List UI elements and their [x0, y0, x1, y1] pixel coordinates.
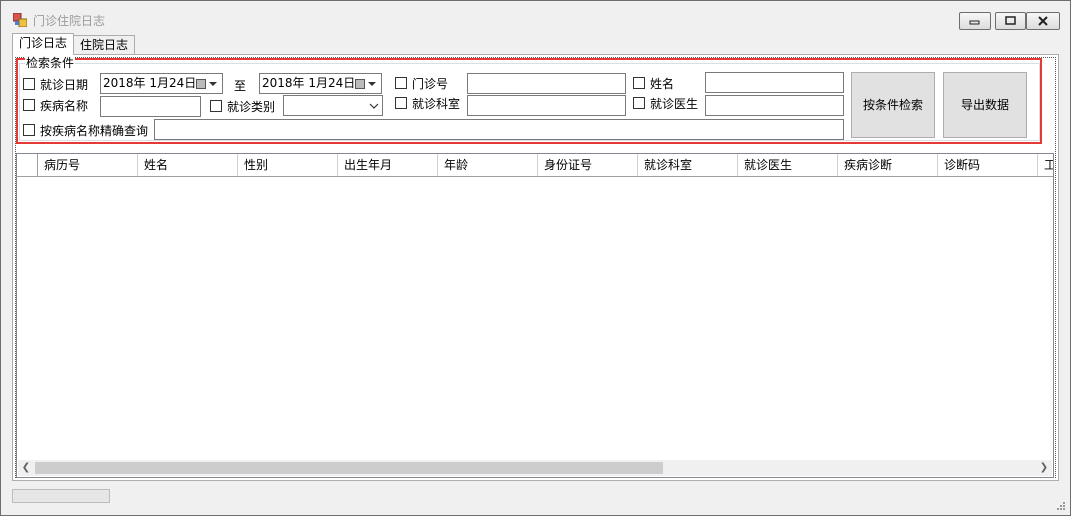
- column-header[interactable]: 工: [1038, 154, 1053, 176]
- minimize-icon: [969, 20, 980, 25]
- calendar-icon: [196, 79, 206, 89]
- exact-disease-input[interactable]: [154, 119, 844, 140]
- department-checkbox[interactable]: [395, 97, 407, 109]
- results-grid[interactable]: 病历号 姓名 性别 出生年月 年龄 身份证号 就诊科室 就诊医生 疾病诊断 诊断…: [16, 153, 1054, 478]
- tab-outpatient-log[interactable]: 门诊日志: [12, 33, 75, 55]
- horizontal-scrollbar[interactable]: ❮ ❯: [18, 460, 1052, 476]
- visit-date-checkbox[interactable]: [23, 78, 35, 90]
- doctor-label: 就诊医生: [650, 97, 699, 111]
- scroll-left-icon[interactable]: ❮: [18, 460, 34, 476]
- row-header-corner: [17, 154, 38, 176]
- title-bar: 门诊住院日志: [1, 1, 1070, 35]
- column-header[interactable]: 年龄: [438, 154, 538, 176]
- column-header[interactable]: 身份证号: [538, 154, 638, 176]
- department-input[interactable]: [467, 95, 626, 116]
- progress-bar: [12, 489, 110, 503]
- date-from-value: 2018年 1月24日: [103, 76, 197, 90]
- main-window: 门诊住院日志 门诊日志 住院日志 检索条件 就诊日期 2018年 1月24日 至…: [0, 0, 1071, 516]
- date-range-separator: 至: [234, 79, 247, 93]
- resize-grip-icon[interactable]: [1056, 501, 1066, 511]
- visit-type-label: 就诊类别: [227, 100, 276, 114]
- column-header[interactable]: 姓名: [138, 154, 238, 176]
- chevron-down-icon: [368, 82, 376, 86]
- column-header[interactable]: 诊断码: [938, 154, 1038, 176]
- name-label: 姓名: [650, 77, 675, 91]
- date-to-value: 2018年 1月24日: [262, 76, 356, 90]
- disease-name-checkbox[interactable]: [23, 99, 35, 111]
- search-group-title: 检索条件: [25, 56, 76, 70]
- close-icon: [1038, 16, 1048, 26]
- exact-disease-label: 按疾病名称精确查询: [40, 124, 149, 138]
- scrollbar-thumb[interactable]: [35, 462, 663, 474]
- doctor-checkbox[interactable]: [633, 97, 645, 109]
- close-button[interactable]: [1026, 12, 1060, 30]
- maximize-button[interactable]: [995, 12, 1026, 30]
- calendar-icon: [355, 79, 365, 89]
- visit-type-select[interactable]: [283, 95, 383, 116]
- column-header[interactable]: 疾病诊断: [838, 154, 938, 176]
- scroll-right-icon[interactable]: ❯: [1036, 460, 1052, 476]
- app-icon: [13, 13, 27, 27]
- column-header[interactable]: 出生年月: [338, 154, 438, 176]
- chevron-down-icon: [209, 82, 217, 86]
- search-button[interactable]: 按条件检索: [851, 72, 935, 138]
- visit-type-checkbox[interactable]: [210, 100, 222, 112]
- disease-name-label: 疾病名称: [40, 99, 89, 113]
- name-input[interactable]: [705, 72, 844, 93]
- visit-date-label: 就诊日期: [40, 78, 89, 92]
- grid-header: 病历号 姓名 性别 出生年月 年龄 身份证号 就诊科室 就诊医生 疾病诊断 诊断…: [17, 154, 1053, 177]
- column-header[interactable]: 就诊医生: [738, 154, 838, 176]
- maximize-icon: [1005, 16, 1016, 25]
- export-button[interactable]: 导出数据: [943, 72, 1027, 138]
- name-checkbox[interactable]: [633, 77, 645, 89]
- exact-disease-checkbox[interactable]: [23, 124, 35, 136]
- column-header[interactable]: 病历号: [38, 154, 138, 176]
- column-header[interactable]: 就诊科室: [638, 154, 738, 176]
- department-label: 就诊科室: [412, 97, 461, 111]
- window-title: 门诊住院日志: [33, 14, 106, 28]
- tab-inpatient-log[interactable]: 住院日志: [73, 35, 136, 55]
- outpatient-no-input[interactable]: [467, 73, 626, 94]
- outpatient-no-label: 门诊号: [412, 77, 449, 91]
- status-bar: [1, 485, 1070, 515]
- disease-name-input[interactable]: [100, 96, 201, 117]
- minimize-button[interactable]: [959, 12, 991, 30]
- date-from-picker[interactable]: 2018年 1月24日: [100, 73, 223, 94]
- date-to-picker[interactable]: 2018年 1月24日: [259, 73, 382, 94]
- doctor-input[interactable]: [705, 95, 844, 116]
- column-header[interactable]: 性别: [238, 154, 338, 176]
- outpatient-no-checkbox[interactable]: [395, 77, 407, 89]
- chevron-down-icon: [369, 103, 379, 109]
